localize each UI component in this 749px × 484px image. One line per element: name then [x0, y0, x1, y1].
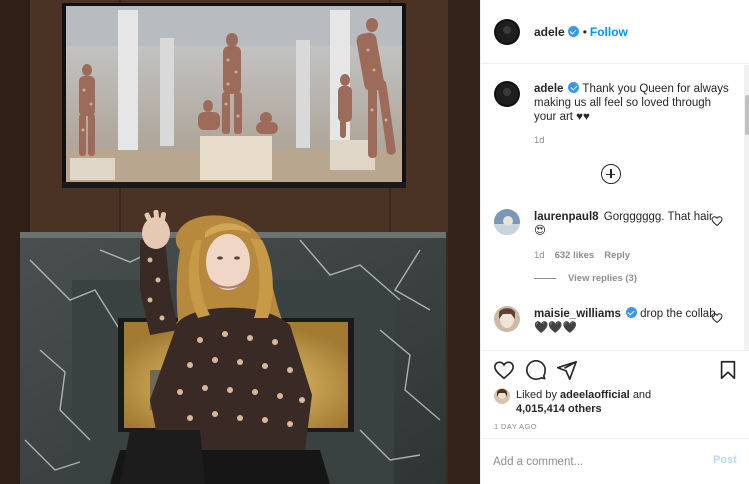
author-username[interactable]: adele — [534, 25, 565, 39]
comment-meta: 1d 632 likes Reply — [534, 250, 640, 261]
comments-scrollbar[interactable] — [744, 65, 749, 350]
post-image — [0, 0, 480, 484]
author-line: adele • Follow — [534, 25, 628, 39]
verified-badge-icon — [625, 307, 637, 318]
comments-list[interactable]: adele Thank you Queen for always making … — [481, 65, 744, 350]
follow-button[interactable]: Follow — [590, 25, 628, 39]
view-replies-button[interactable]: View replies (3) — [534, 273, 637, 284]
post-photo[interactable] — [0, 0, 480, 484]
post-timestamp[interactable]: 1 DAY AGO — [494, 422, 537, 431]
post-comment-button[interactable]: Post — [713, 454, 737, 466]
post-actions: Liked by adeelaofficial and 4,015,414 ot… — [481, 350, 749, 438]
comment-likes[interactable]: 632 likes — [555, 250, 595, 261]
comment-avatar[interactable] — [494, 306, 520, 332]
comment-like-heart-icon[interactable] — [711, 312, 723, 324]
author-avatar[interactable] — [494, 19, 520, 45]
caption-meta: 1d — [534, 135, 555, 146]
caption-body: Thank you Queen for always making us all… — [534, 83, 729, 123]
comment-icon[interactable] — [525, 359, 547, 381]
comment-avatar[interactable] — [494, 209, 520, 235]
view-replies-label: View replies (3) — [568, 273, 637, 284]
liked-by-avatar[interactable] — [494, 388, 510, 404]
caption-username[interactable]: adele — [534, 83, 563, 95]
verified-badge-icon — [568, 82, 580, 93]
comment-time[interactable]: 1d — [534, 250, 545, 261]
caption-avatar[interactable] — [494, 81, 520, 107]
share-icon[interactable] — [556, 359, 578, 381]
liked-by-and: and — [632, 389, 652, 401]
caption-time[interactable]: 1d — [534, 135, 545, 146]
comment-text: laurenpaul8 Gorgggggg. That hair 😍 — [534, 210, 724, 238]
comment-input[interactable] — [493, 451, 693, 473]
reply-button[interactable]: Reply — [604, 250, 630, 261]
replies-divider — [534, 277, 556, 279]
post-side-panel: adele • Follow adele Thank you Queen for a… — [480, 0, 749, 484]
comment-text: maisie_williams drop the collab 🖤🖤🖤 — [534, 307, 724, 335]
add-comment-bar: Post — [481, 438, 749, 484]
heart-icon[interactable] — [493, 359, 515, 381]
load-more-comments-icon[interactable] — [601, 164, 621, 184]
comment-username[interactable]: laurenpaul8 — [534, 211, 599, 223]
comment-username[interactable]: maisie_williams — [534, 308, 621, 320]
likes-summary: Liked by adeelaofficial and 4,015,414 ot… — [516, 388, 651, 416]
verified-badge-icon — [567, 26, 579, 37]
bookmark-icon[interactable] — [717, 359, 739, 381]
post-header: adele • Follow — [481, 0, 749, 64]
liked-by-others[interactable]: 4,015,414 others — [516, 403, 602, 415]
scrollbar-thumb[interactable] — [745, 95, 749, 135]
liked-by-user[interactable]: adeelaofficial — [560, 389, 630, 401]
liked-by-prefix: Liked by — [516, 389, 557, 401]
separator-dot: • — [582, 25, 587, 39]
comment-like-heart-icon[interactable] — [711, 215, 723, 227]
caption-text: adele Thank you Queen for always making … — [534, 82, 729, 124]
